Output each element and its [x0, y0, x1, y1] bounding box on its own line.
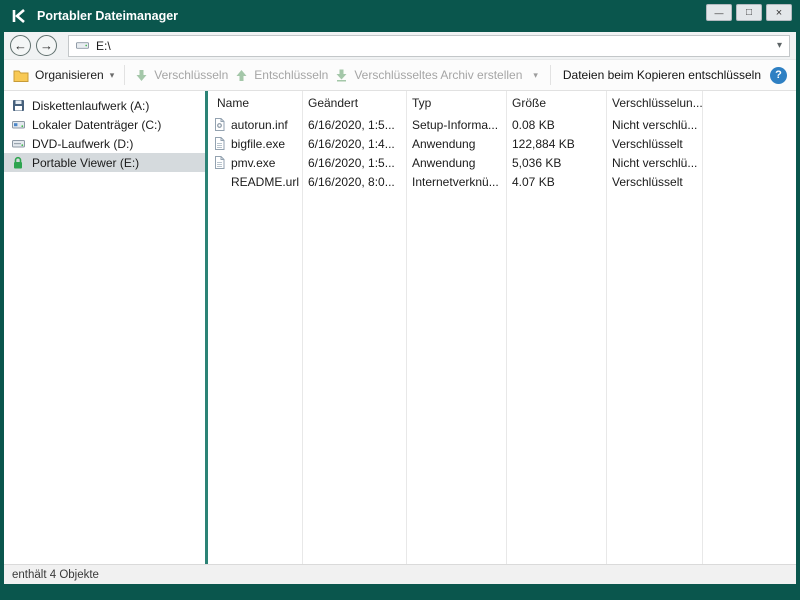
encrypt-button[interactable]: Verschlüsseln	[135, 68, 228, 82]
file-type: Anwendung	[406, 156, 506, 170]
file-size: 122,884 KB	[506, 137, 606, 151]
address-bar[interactable]: E:\ ▾	[68, 35, 790, 57]
column-divider[interactable]	[302, 91, 303, 564]
decrypt-on-copy-option[interactable]: Dateien beim Kopieren entschlüsseln ?	[547, 65, 787, 85]
file-encryption: Nicht verschlü...	[606, 118, 702, 132]
application-file-icon	[213, 156, 226, 169]
back-button[interactable]: ←	[10, 35, 31, 56]
file-name: autorun.inf	[231, 118, 288, 132]
column-header-type[interactable]: Typ	[406, 96, 506, 110]
app-window: Portabler Dateimanager — □ × ← → E:\ ▾	[0, 0, 800, 600]
forward-button[interactable]: →	[36, 35, 57, 56]
sidebar-item-drive-e[interactable]: Portable Viewer (E:)	[4, 153, 205, 172]
dvd-drive-icon	[12, 137, 25, 150]
address-text: E:\	[96, 39, 111, 53]
file-size: 0.08 KB	[506, 118, 606, 132]
toolbar-separator	[124, 65, 125, 85]
sidebar-item-drive-a[interactable]: Diskettenlaufwerk (A:)	[4, 96, 205, 115]
encrypt-arrow-down-icon	[135, 69, 148, 82]
column-headers: ˆ Name Geändert Typ Größe Verschlüsselun…	[208, 91, 796, 115]
more-actions-caret-icon[interactable]: ▾	[533, 70, 538, 81]
url-file-icon	[213, 175, 226, 188]
file-type: Setup-Informa...	[406, 118, 506, 132]
setup-file-icon	[213, 118, 226, 131]
maximize-button[interactable]: □	[736, 4, 762, 21]
file-type: Anwendung	[406, 137, 506, 151]
column-divider[interactable]	[702, 91, 703, 564]
floppy-drive-icon	[12, 99, 25, 112]
table-row[interactable]: autorun.inf 6/16/2020, 1:5... Setup-Info…	[208, 115, 796, 134]
folder-icon	[13, 69, 29, 82]
table-row[interactable]: pmv.exe 6/16/2020, 1:5... Anwendung 5,03…	[208, 153, 796, 172]
title-bar: Portabler Dateimanager — □ ×	[0, 0, 800, 32]
file-modified: 6/16/2020, 1:5...	[302, 156, 406, 170]
file-modified: 6/16/2020, 1:5...	[302, 118, 406, 132]
file-modified: 6/16/2020, 1:4...	[302, 137, 406, 151]
status-bar: enthält 4 Objekte	[4, 564, 796, 584]
close-button[interactable]: ×	[766, 4, 792, 21]
sidebar-item-label: Diskettenlaufwerk (A:)	[32, 99, 149, 113]
drive-icon	[76, 39, 89, 52]
address-dropdown-icon[interactable]: ▾	[777, 40, 782, 51]
sidebar-item-label: Lokaler Datenträger (C:)	[32, 118, 161, 132]
window-controls: — □ ×	[706, 4, 792, 21]
create-encrypted-archive-button[interactable]: Verschlüsseltes Archiv erstellen	[335, 68, 522, 82]
decrypt-on-copy-label: Dateien beim Kopieren entschlüsseln	[563, 68, 761, 82]
archive-arrow-down-icon	[335, 69, 348, 82]
window-title: Portabler Dateimanager	[37, 9, 706, 23]
table-row[interactable]: bigfile.exe 6/16/2020, 1:4... Anwendung …	[208, 134, 796, 153]
column-divider[interactable]	[606, 91, 607, 564]
toolbar-separator	[550, 65, 551, 85]
sidebar-item-drive-d[interactable]: DVD-Laufwerk (D:)	[4, 134, 205, 153]
sidebar-item-label: DVD-Laufwerk (D:)	[32, 137, 133, 151]
file-encryption: Verschlüsselt	[606, 137, 702, 151]
application-file-icon	[213, 137, 226, 150]
status-text: enthält 4 Objekte	[12, 569, 99, 581]
file-encryption: Verschlüsselt	[606, 175, 702, 189]
sidebar-item-label: Portable Viewer (E:)	[32, 156, 139, 170]
file-list: ˆ Name Geändert Typ Größe Verschlüsselun…	[208, 91, 796, 564]
lock-icon	[12, 156, 25, 169]
file-name: pmv.exe	[231, 156, 275, 170]
column-divider[interactable]	[406, 91, 407, 564]
organize-button[interactable]: Organisieren ▾	[13, 68, 114, 82]
organize-caret-icon: ▾	[110, 70, 115, 81]
toolbar: Organisieren ▾ Verschlüsseln Entsch	[4, 60, 796, 91]
table-row[interactable]: README.url 6/16/2020, 8:0... Internetver…	[208, 172, 796, 191]
minimize-button[interactable]: —	[706, 4, 732, 21]
file-modified: 6/16/2020, 8:0...	[302, 175, 406, 189]
kaspersky-logo-icon	[10, 7, 28, 25]
sort-ascending-icon: ˆ	[252, 91, 255, 100]
drive-tree: Diskettenlaufwerk (A:) Lokaler Datenträg…	[4, 91, 205, 564]
decrypt-button[interactable]: Entschlüsseln	[235, 68, 328, 82]
sidebar-item-drive-c[interactable]: Lokaler Datenträger (C:)	[4, 115, 205, 134]
column-header-encryption[interactable]: Verschlüsselun...	[606, 96, 702, 110]
content-area: Diskettenlaufwerk (A:) Lokaler Datenträg…	[4, 91, 796, 564]
file-size: 5,036 KB	[506, 156, 606, 170]
file-size: 4.07 KB	[506, 175, 606, 189]
client-area: ← → E:\ ▾ Orga	[4, 32, 796, 584]
hard-drive-icon	[12, 118, 25, 131]
column-divider[interactable]	[506, 91, 507, 564]
file-name: README.url	[231, 175, 299, 189]
file-name: bigfile.exe	[231, 137, 285, 151]
file-type: Internetverknü...	[406, 175, 506, 189]
column-header-size[interactable]: Größe	[506, 96, 606, 110]
decrypt-arrow-up-icon	[235, 69, 248, 82]
help-icon[interactable]: ?	[770, 67, 787, 84]
column-header-modified[interactable]: Geändert	[302, 96, 406, 110]
file-encryption: Nicht verschlü...	[606, 156, 702, 170]
navigation-bar: ← → E:\ ▾	[4, 32, 796, 60]
